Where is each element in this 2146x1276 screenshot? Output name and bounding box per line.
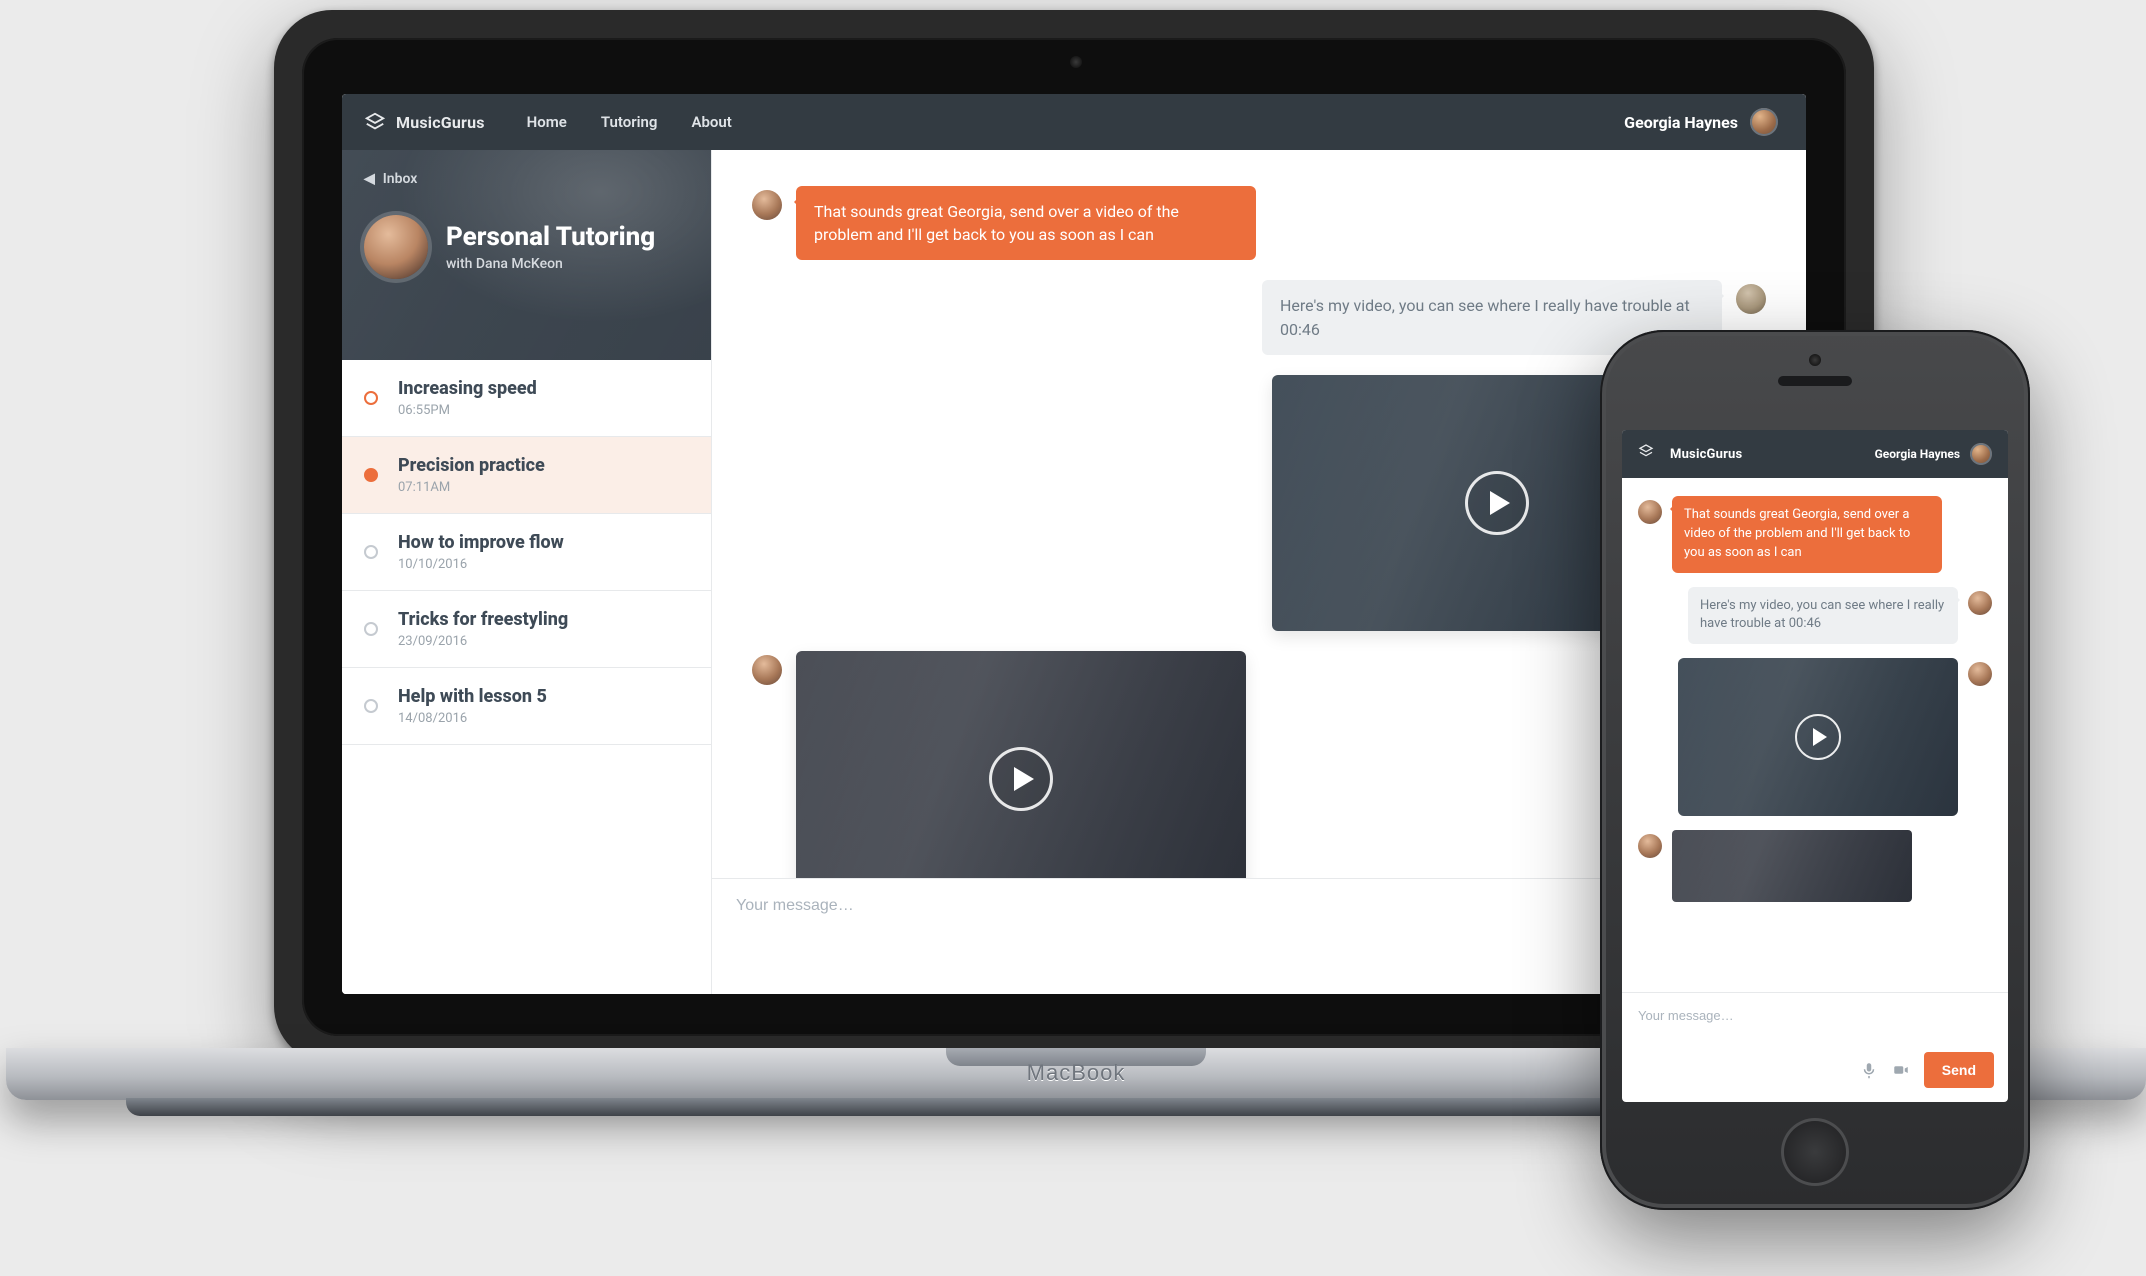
thread-item[interactable]: Help with lesson 5 14/08/2016 bbox=[342, 668, 711, 745]
thread-item[interactable]: Precision practice 07:11AM bbox=[342, 437, 711, 514]
brand[interactable]: MusicGurus bbox=[1638, 443, 1742, 465]
iphone-camera bbox=[1809, 354, 1821, 366]
logo-icon bbox=[364, 111, 386, 133]
thread-title: Tricks for freestyling bbox=[398, 609, 568, 630]
camera-icon[interactable] bbox=[1892, 1061, 1910, 1079]
mobile-topbar: MusicGurus Georgia Haynes bbox=[1622, 430, 2008, 478]
message-input[interactable] bbox=[1636, 1007, 1994, 1024]
user-menu[interactable]: Georgia Haynes bbox=[1624, 108, 1778, 136]
tutor-avatar bbox=[1638, 500, 1662, 524]
video-attachment[interactable] bbox=[1678, 658, 1958, 816]
brand-label: MusicGurus bbox=[1670, 447, 1742, 462]
thread-list: Increasing speed 06:55PM Precision pract… bbox=[342, 360, 711, 994]
status-dot bbox=[364, 468, 378, 482]
status-dot bbox=[364, 391, 378, 405]
video-attachment[interactable] bbox=[796, 651, 1246, 878]
message-row: That sounds great Georgia, send over a v… bbox=[1638, 496, 1992, 573]
thread-meta: 14/08/2016 bbox=[398, 711, 547, 726]
status-dot bbox=[364, 545, 378, 559]
play-icon bbox=[989, 747, 1053, 811]
mobile-conversation[interactable]: That sounds great Georgia, send over a v… bbox=[1622, 478, 2008, 992]
sidebar-title: Personal Tutoring bbox=[446, 222, 655, 252]
tutor-avatar bbox=[1638, 834, 1662, 858]
nav-tutoring[interactable]: Tutoring bbox=[601, 113, 658, 131]
user-name: Georgia Haynes bbox=[1875, 447, 1960, 461]
play-icon bbox=[1795, 714, 1841, 760]
thread-title: How to improve flow bbox=[398, 532, 564, 553]
app: MusicGurus Home Tutoring About Georgia H… bbox=[342, 94, 1806, 994]
tutor-avatar bbox=[752, 655, 782, 685]
status-dot bbox=[364, 622, 378, 636]
play-icon bbox=[1465, 471, 1529, 535]
nav: Home Tutoring About bbox=[527, 113, 732, 131]
app-body: ◀ Inbox Personal Tutoring with Dana McKe… bbox=[342, 150, 1806, 994]
back-label: Inbox bbox=[383, 171, 418, 187]
sidebar-subtitle: with Dana McKeon bbox=[446, 256, 655, 272]
tutor-avatar bbox=[752, 190, 782, 220]
tutor-avatar bbox=[364, 215, 428, 279]
thread-meta: 23/09/2016 bbox=[398, 634, 568, 649]
thread-title: Help with lesson 5 bbox=[398, 686, 547, 707]
message-bubble-tutor: That sounds great Georgia, send over a v… bbox=[796, 186, 1256, 260]
avatar bbox=[1750, 108, 1778, 136]
user-avatar bbox=[1736, 284, 1766, 314]
avatar bbox=[1970, 443, 1992, 465]
sidebar: ◀ Inbox Personal Tutoring with Dana McKe… bbox=[342, 150, 712, 994]
message-row: That sounds great Georgia, send over a v… bbox=[752, 186, 1766, 260]
thread-title: Increasing speed bbox=[398, 378, 537, 399]
user-name: Georgia Haynes bbox=[1624, 113, 1738, 132]
brand[interactable]: MusicGurus bbox=[364, 111, 485, 133]
iphone-screen: MusicGurus Georgia Haynes That sounds gr… bbox=[1622, 430, 2008, 1102]
user-avatar bbox=[1968, 591, 1992, 615]
user-menu[interactable]: Georgia Haynes bbox=[1875, 443, 1992, 465]
iphone-frame: MusicGurus Georgia Haynes That sounds gr… bbox=[1600, 330, 2030, 1210]
video-attachment[interactable] bbox=[1672, 830, 1912, 902]
macbook-screen: MusicGurus Home Tutoring About Georgia H… bbox=[342, 94, 1806, 994]
back-icon: ◀ bbox=[364, 171, 375, 187]
back-to-inbox[interactable]: ◀ Inbox bbox=[364, 171, 417, 187]
brand-label: MusicGurus bbox=[396, 113, 485, 132]
status-dot bbox=[364, 699, 378, 713]
thread-title: Precision practice bbox=[398, 455, 545, 476]
mobile-composer: Send bbox=[1622, 992, 2008, 1102]
thread-item[interactable]: Increasing speed 06:55PM bbox=[342, 360, 711, 437]
sidebar-header: ◀ Inbox Personal Tutoring with Dana McKe… bbox=[342, 150, 711, 360]
logo-icon bbox=[1638, 443, 1660, 465]
message-row bbox=[1638, 658, 1992, 816]
iphone-home-button[interactable] bbox=[1781, 1118, 1849, 1186]
message-row: Here's my video, you can see where I rea… bbox=[1638, 587, 1992, 645]
message-bubble-tutor: That sounds great Georgia, send over a v… bbox=[1672, 496, 1942, 573]
thread-meta: 10/10/2016 bbox=[398, 557, 564, 572]
thread-item[interactable]: How to improve flow 10/10/2016 bbox=[342, 514, 711, 591]
thread-meta: 06:55PM bbox=[398, 403, 537, 418]
thread-item[interactable]: Tricks for freestyling 23/09/2016 bbox=[342, 591, 711, 668]
macbook-camera bbox=[1070, 56, 1082, 68]
message-bubble-user: Here's my video, you can see where I rea… bbox=[1688, 587, 1958, 645]
send-button[interactable]: Send bbox=[1924, 1052, 1994, 1088]
nav-about[interactable]: About bbox=[691, 113, 731, 131]
user-avatar bbox=[1968, 662, 1992, 686]
nav-home[interactable]: Home bbox=[527, 113, 567, 131]
mic-icon[interactable] bbox=[1860, 1061, 1878, 1079]
topbar: MusicGurus Home Tutoring About Georgia H… bbox=[342, 94, 1806, 150]
message-row bbox=[1638, 830, 1992, 902]
iphone-earpiece bbox=[1778, 376, 1852, 386]
thread-meta: 07:11AM bbox=[398, 480, 545, 495]
